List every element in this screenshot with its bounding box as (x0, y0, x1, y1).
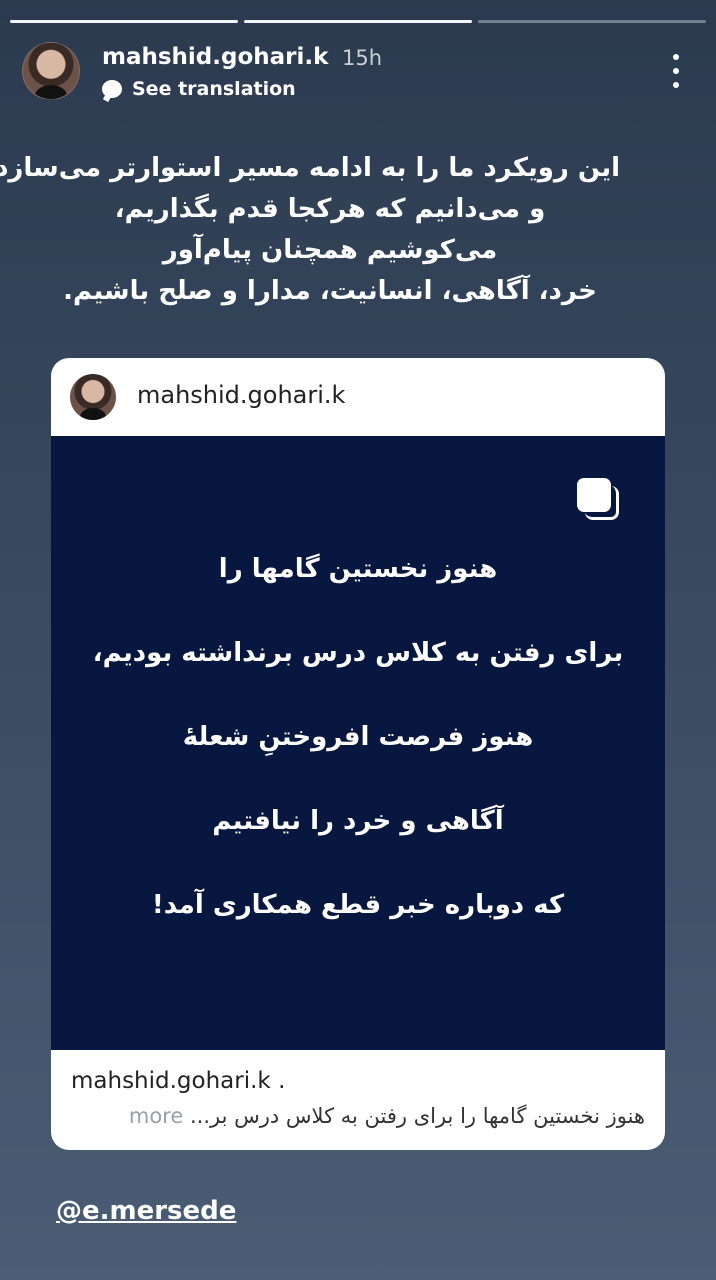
story-progress-bar (10, 20, 706, 23)
progress-segment (478, 20, 706, 23)
post-image: هنوز نخستین گامها را برای رفتن به کلاس د… (51, 436, 665, 1050)
card-username: mahshid.gohari.k (137, 381, 346, 409)
story-header: mahshid.gohari.k 15h See translation (22, 40, 694, 102)
see-translation-label: See translation (132, 78, 296, 100)
caption-line: و می‌دانیم که هرکجا قدم بگذاریم، (114, 194, 546, 224)
post-text: هنوز نخستین گامها را برای رفتن به کلاس د… (51, 548, 665, 968)
see-translation-button[interactable]: See translation (102, 78, 296, 100)
progress-segment (10, 20, 238, 23)
mention-link[interactable]: @e.mersede (56, 1196, 236, 1226)
translate-icon (102, 80, 122, 98)
caption-line: خرد، آگاهی، انسانیت، مدارا و صلح باشیم. (63, 276, 597, 306)
card-avatar (70, 374, 116, 420)
footer-username: mahshid.gohari.k . (71, 1068, 286, 1094)
caption-line: این رویکرد ما را به ادامه مسیر استوارتر … (0, 153, 620, 183)
post-line: هنوز فرصت افروختنِ شعلهٔ (182, 722, 534, 752)
caption-line: می‌کوشیم همچنان پیام‌آور (162, 235, 498, 265)
progress-segment (244, 20, 472, 23)
multiple-posts-icon (577, 478, 621, 522)
card-footer: mahshid.gohari.k . هنوز نخستین گامها را … (51, 1050, 665, 1150)
story-username[interactable]: mahshid.gohari.k (102, 44, 328, 70)
post-line: که دوباره خبر قطع همکاری آمد! (151, 890, 565, 920)
story-time: 15h (342, 46, 383, 70)
post-line: آگاهی و خرد را نیافتیم (212, 806, 504, 836)
more-options-icon[interactable] (672, 54, 680, 88)
story-caption: این رویکرد ما را به ادامه مسیر استوارتر … (0, 148, 620, 312)
avatar[interactable] (22, 42, 80, 100)
shared-post-card[interactable]: mahshid.gohari.k هنوز نخستین گامها را بر… (51, 358, 665, 1150)
post-line: هنوز نخستین گامها را (218, 554, 498, 584)
footer-caption-text: هنوز نخستین گامها را برای رفتن به کلاس د… (189, 1104, 645, 1128)
card-header: mahshid.gohari.k (51, 358, 665, 436)
post-line: برای رفتن به کلاس درس برنداشته بودیم، (92, 638, 624, 668)
footer-caption: هنوز نخستین گامها را برای رفتن به کلاس د… (71, 1104, 645, 1128)
more-link[interactable]: more (129, 1104, 183, 1128)
